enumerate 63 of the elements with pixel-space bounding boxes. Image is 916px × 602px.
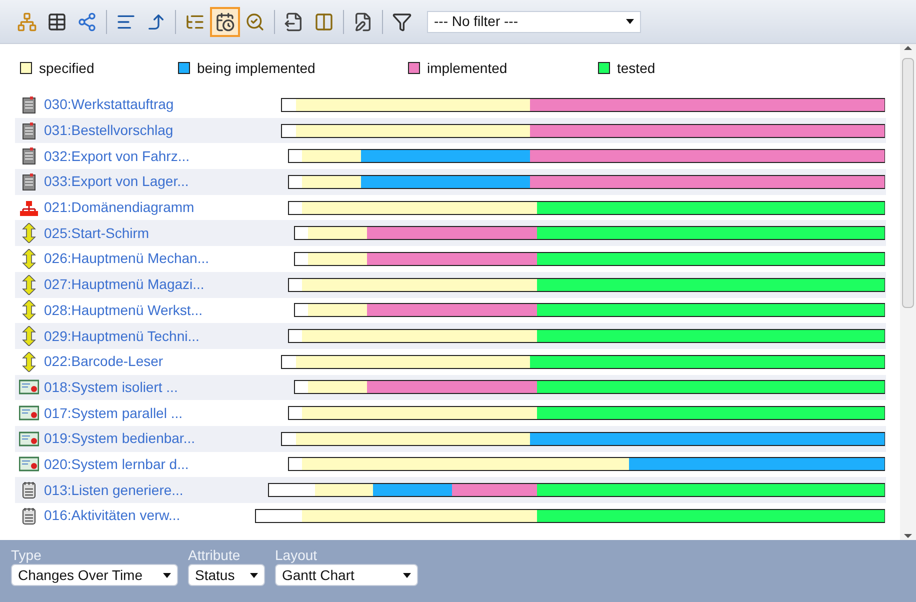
scroll-up-icon xyxy=(904,46,912,50)
dropdown-arrow-icon xyxy=(626,19,634,24)
requirement-link[interactable]: 027:Hauptmenü Magazi... xyxy=(44,274,204,296)
requirement-link[interactable]: 022:Barcode-Leser xyxy=(44,351,164,372)
requirement-link[interactable]: 025:Start-Schirm xyxy=(44,222,150,244)
up-down-arrow-icon xyxy=(22,326,36,346)
dropdown[interactable]: Changes Over Time xyxy=(11,564,178,586)
scrollbar[interactable] xyxy=(900,44,916,540)
control-label: Attribute xyxy=(188,547,242,563)
certificate-icon xyxy=(19,405,39,422)
document-icon xyxy=(21,122,37,140)
notepad-icon xyxy=(21,506,37,525)
arrow-icon xyxy=(146,12,166,32)
legend-label: specified xyxy=(39,58,94,78)
requirement-link[interactable]: 031:Bestellvorschlag xyxy=(44,120,174,142)
control-label: Type xyxy=(11,547,42,563)
up-down-arrow-icon xyxy=(22,352,36,372)
hierarchy-icon xyxy=(20,200,38,216)
requirement-link[interactable]: 016:Aktivitäten verw... xyxy=(44,505,180,526)
document-icon xyxy=(21,96,37,114)
up-down-arrow-icon xyxy=(22,274,36,295)
certificate-icon xyxy=(19,379,39,396)
dropdown-arrow-icon xyxy=(250,572,258,578)
network-icon xyxy=(77,12,97,32)
requirement-link[interactable]: 019:System bedienbar... xyxy=(44,428,195,450)
requirement-link[interactable]: 033:Export von Lager... xyxy=(44,171,189,192)
notepad-icon xyxy=(21,481,37,500)
dropdown[interactable]: Gantt Chart xyxy=(275,564,418,586)
requirement-link[interactable]: 030:Werkstattauftrag xyxy=(44,94,174,116)
requirement-link[interactable]: 017:System parallel ... xyxy=(44,402,183,424)
legend-label: implemented xyxy=(427,58,508,78)
scroll-thumb[interactable] xyxy=(902,58,914,308)
requirement-link[interactable]: 013:Listen generiere... xyxy=(44,480,184,501)
document-icon xyxy=(21,147,37,166)
requirement-link[interactable]: 021:Domänendiagramm xyxy=(44,197,194,218)
calendar-clock-icon xyxy=(215,12,235,32)
certificate-icon xyxy=(19,456,39,472)
edit-document-icon xyxy=(353,12,373,32)
requirement-link[interactable]: 020:System lernbar d... xyxy=(44,454,189,475)
dropdown[interactable]: Status xyxy=(188,564,265,586)
certificate-icon xyxy=(19,430,39,447)
filter-icon xyxy=(392,12,412,32)
calendar-clock-button[interactable] xyxy=(210,6,240,36)
filter-dropdown[interactable]: --- No filter --- xyxy=(427,10,641,32)
requirement-link[interactable]: 032:Export von Fahrz... xyxy=(44,146,190,167)
dropdown-arrow-icon xyxy=(163,572,171,578)
requirement-link[interactable]: 028:Hauptmenü Werkst... xyxy=(44,300,202,321)
legend-label: being implemented xyxy=(197,58,316,78)
table-icon xyxy=(47,12,67,32)
hierarchy-icon xyxy=(17,12,37,32)
up-down-arrow-icon xyxy=(22,223,36,244)
requirement-link[interactable]: 026:Hauptmenü Mechan... xyxy=(44,248,209,270)
document-icon xyxy=(21,172,37,191)
control-label: Layout xyxy=(275,547,318,563)
search-icon xyxy=(245,12,265,32)
up-down-arrow-icon xyxy=(22,300,36,320)
requirement-link[interactable]: 018:System isoliert ... xyxy=(44,376,178,398)
requirement-link[interactable]: 029:Hauptmenü Techni... xyxy=(44,326,200,347)
up-down-arrow-icon xyxy=(22,248,36,269)
dropdown-arrow-icon xyxy=(403,572,411,578)
legend-label: tested xyxy=(617,58,656,78)
document-export-icon xyxy=(284,12,304,32)
columns-icon xyxy=(314,12,334,32)
